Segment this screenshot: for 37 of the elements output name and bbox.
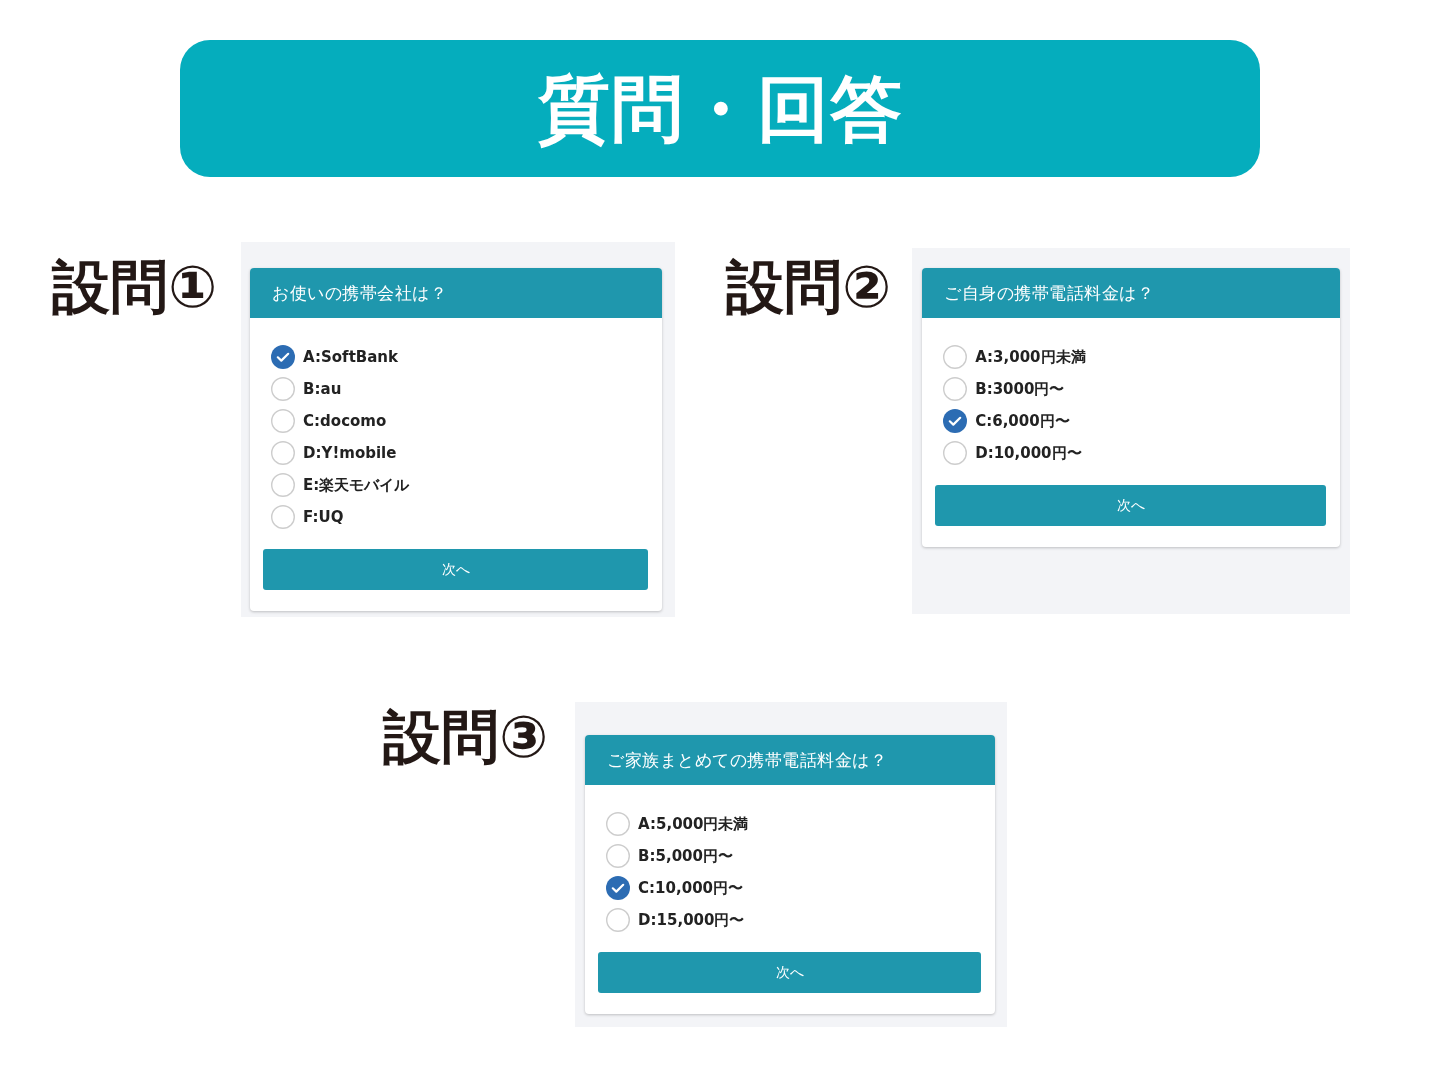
radio-button[interactable]: [271, 409, 296, 433]
radio-button[interactable]: [271, 377, 296, 401]
radio-button[interactable]: [606, 908, 631, 932]
option-label: F:UQ: [303, 508, 344, 526]
radio-button[interactable]: [606, 876, 631, 900]
radio-button[interactable]: [943, 377, 968, 401]
radio-button[interactable]: [943, 409, 968, 433]
next-button[interactable]: 次へ: [263, 549, 649, 590]
option-label: B:au: [303, 380, 342, 398]
option-label: A:3,000円未満: [975, 347, 1086, 367]
option-label: B:5,000円〜: [638, 846, 733, 866]
radio-button[interactable]: [271, 473, 296, 497]
question-number-label: 設問①: [52, 258, 218, 316]
option-label: A:SoftBank: [303, 348, 398, 366]
option-label: C:10,000円〜: [638, 878, 743, 898]
option-label: D:15,000円〜: [638, 910, 745, 930]
radio-button[interactable]: [271, 441, 296, 465]
option-label: D:Y!mobile: [303, 444, 397, 462]
question-title: ご自身の携帯電話料金は？: [944, 281, 1155, 305]
question-title: お使いの携帯会社は？: [272, 281, 448, 305]
option-label: A:5,000円未満: [638, 814, 749, 834]
radio-button[interactable]: [271, 505, 296, 529]
radio-button[interactable]: [271, 345, 296, 369]
radio-button[interactable]: [943, 441, 968, 465]
radio-button[interactable]: [606, 812, 631, 836]
option-label: E:楽天モバイル: [303, 475, 410, 495]
option-label: C:6,000円〜: [975, 411, 1070, 431]
next-button[interactable]: 次へ: [598, 952, 982, 993]
next-button[interactable]: 次へ: [935, 485, 1327, 526]
radio-button[interactable]: [943, 345, 968, 369]
option-label: C:docomo: [303, 412, 387, 430]
option-label: D:10,000円〜: [975, 443, 1082, 463]
question-title: ご家族まとめての携帯電話料金は？: [607, 748, 888, 772]
question-number-label: 設問③: [383, 708, 549, 766]
option-label: B:3000円〜: [975, 379, 1065, 399]
question-number-label: 設問②: [726, 258, 892, 316]
radio-button[interactable]: [606, 844, 631, 868]
